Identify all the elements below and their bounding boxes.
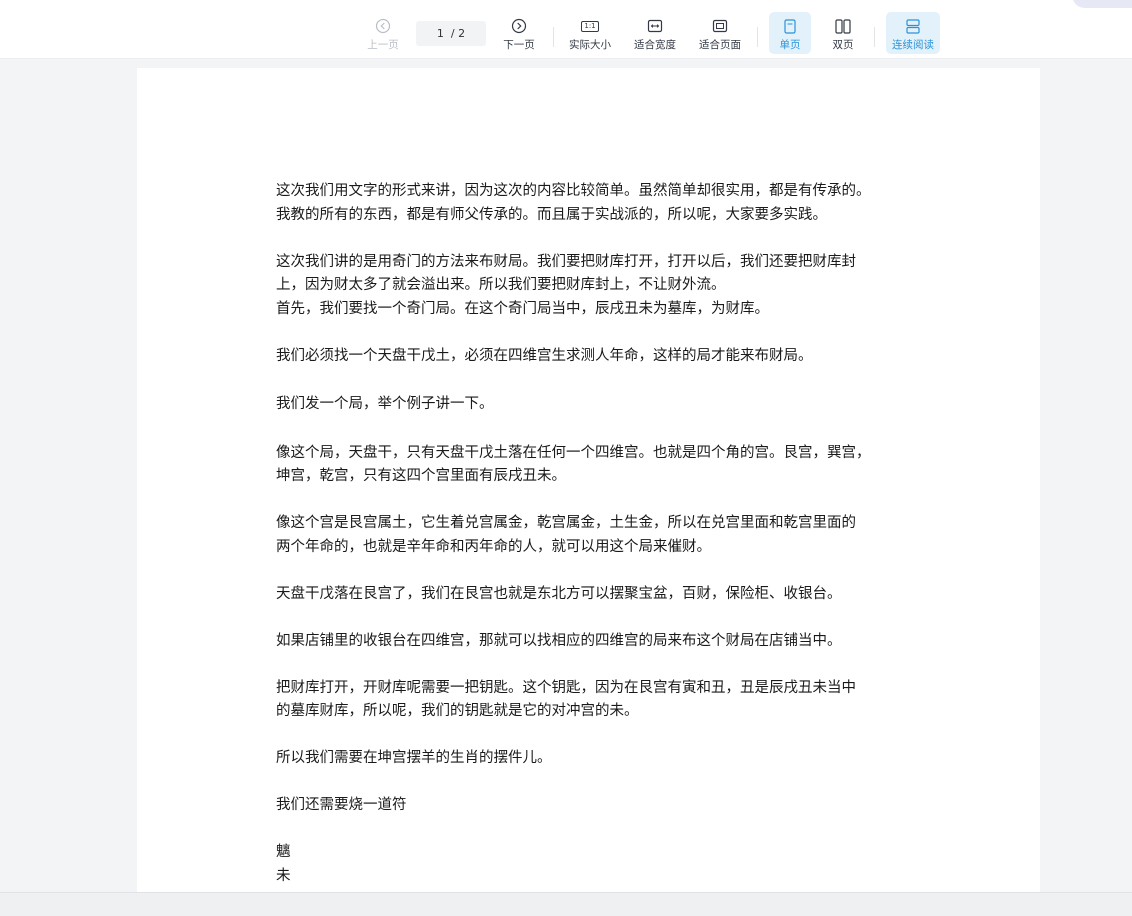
corner-decoration <box>1072 0 1132 8</box>
paragraph: 把财库打开，开财库呢需要一把钥匙。这个钥匙，因为在艮宫有寅和丑，丑是辰戌丑未当中… <box>276 679 856 720</box>
paragraph: 天盘干戊落在艮宫了，我们在艮宫也就是东北方可以摆聚宝盆，百财，保险柜、收银台。 <box>276 585 842 602</box>
single-page-button[interactable]: 单页 <box>769 12 811 54</box>
continuous-reading-button[interactable]: 连续阅读 <box>886 12 940 54</box>
paragraph: 魑 <box>276 844 291 860</box>
single-page-label: 单页 <box>779 39 801 51</box>
prev-page-label: 上一页 <box>367 39 399 51</box>
continuous-reading-label: 连续阅读 <box>892 39 934 51</box>
chevron-left-circle-icon <box>375 16 391 36</box>
paragraph: 我们发一个局，举个例子讲一下。 <box>276 396 494 412</box>
actual-size-icon: 1:1 <box>581 16 599 36</box>
page-indicator-text: 1 / 2 <box>436 27 466 40</box>
toolbar-divider <box>757 27 758 47</box>
fit-page-icon <box>712 16 728 36</box>
fit-width-label: 适合宽度 <box>634 39 676 51</box>
paragraph: 像这个宫是艮宫属土，它生着兑宫属金，乾宫属金，土生金，所以在兑宫里面和乾宫里面的… <box>276 515 856 555</box>
continuous-reading-icon <box>905 16 921 36</box>
fit-page-label: 适合页面 <box>699 39 741 51</box>
chevron-right-circle-icon <box>511 16 527 36</box>
fit-page-button[interactable]: 适合页面 <box>696 12 744 54</box>
next-page-button[interactable]: 下一页 <box>500 12 538 54</box>
document-content: 这次我们用文字的形式来讲，因为这次的内容比较简单。虽然简单却很实用，都是有传承的… <box>276 180 936 888</box>
paragraph: 这次我们用文字的形式来讲，因为这次的内容比较简单。虽然简单却很实用，都是有传承的… <box>276 183 871 223</box>
reader-toolbar: 上一页 1 / 2 下一页 1:1 实际大小 适合宽度 适合页面 单页 双页 连… <box>0 0 1132 59</box>
prev-page-button[interactable]: 上一页 <box>364 12 402 54</box>
double-page-button[interactable]: 双页 <box>822 12 864 54</box>
single-page-icon <box>784 16 796 36</box>
paragraph: 像这个局，天盘干，只有天盘干戊土落在任何一个四维宫。也就是四个角的宫。艮宫，巽宫… <box>276 444 871 485</box>
paragraph: 未 <box>276 867 291 884</box>
document-page: 这次我们用文字的形式来讲，因为这次的内容比较简单。虽然简单却很实用，都是有传承的… <box>137 68 1040 892</box>
paragraph: 首先，我们要找一个奇门局。在这个奇门局当中，辰戌丑未为墓库，为财库。 <box>276 300 769 317</box>
fit-width-button[interactable]: 适合宽度 <box>631 12 679 54</box>
double-page-label: 双页 <box>832 39 854 51</box>
paragraph: 如果店铺里的收银台在四维宫，那就可以找相应的四维宫的局来布这个财局在店铺当中。 <box>276 632 842 649</box>
paragraph: 我们还需要烧一道符 <box>276 797 407 813</box>
paragraph: 所以我们需要在坤宫摆羊的生肖的摆件儿。 <box>276 750 552 766</box>
horizontal-scrollbar[interactable] <box>0 892 1132 916</box>
fit-width-icon <box>647 16 663 36</box>
toolbar-divider <box>874 27 875 47</box>
toolbar-divider <box>553 27 554 47</box>
actual-size-label: 实际大小 <box>569 39 611 51</box>
paragraph: 这次我们讲的是用奇门的方法来布财局。我们要把财库打开，打开以后，我们还要把财库封… <box>276 253 856 294</box>
page-number-input[interactable]: 1 / 2 <box>416 21 486 46</box>
double-page-icon <box>835 16 851 36</box>
next-page-label: 下一页 <box>503 39 535 51</box>
paragraph: 我们必须找一个天盘干戊土，必须在四维宫生求测人年命，这样的局才能来布财局。 <box>276 347 813 364</box>
actual-size-button[interactable]: 1:1 实际大小 <box>566 12 614 54</box>
